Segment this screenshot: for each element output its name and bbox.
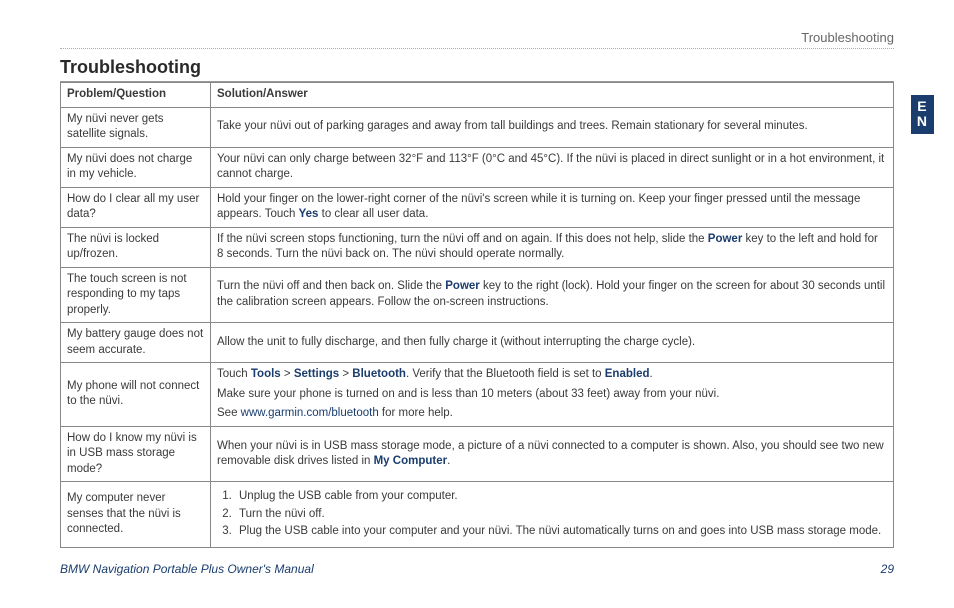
table-row: How do I clear all my user data? Hold yo… [61, 187, 894, 227]
footer-page-number: 29 [881, 562, 894, 576]
problem-cell: The touch screen is not responding to my… [61, 267, 211, 323]
answer-text: . Verify that the Bluetooth field is set… [406, 368, 605, 380]
header-problem: Problem/Question [61, 83, 211, 108]
table-header-row: Problem/Question Solution/Answer [61, 83, 894, 108]
table-row: My nüvi does not charge in my vehicle. Y… [61, 147, 894, 187]
table-row: My battery gauge does not seem accurate.… [61, 323, 894, 363]
running-header: Troubleshooting [60, 30, 894, 49]
problem-cell: The nüvi is locked up/frozen. [61, 227, 211, 267]
table-row: My phone will not connect to the nüvi. T… [61, 363, 894, 427]
bold-term: Power [708, 233, 743, 245]
answer-text: Touch [217, 368, 251, 380]
problem-cell: My nüvi never gets satellite signals. [61, 107, 211, 147]
answer-cell: Allow the unit to fully discharge, and t… [211, 323, 894, 363]
answer-cell: Unplug the USB cable from your computer.… [211, 482, 894, 548]
problem-cell: My battery gauge does not seem accurate. [61, 323, 211, 363]
steps-list: Unplug the USB cable from your computer.… [235, 488, 887, 541]
footer-manual-title: BMW Navigation Portable Plus Owner's Man… [60, 562, 314, 576]
problem-cell: My nüvi does not charge in my vehicle. [61, 147, 211, 187]
bold-term: Enabled [605, 368, 650, 380]
section-title: Troubleshooting [60, 57, 894, 82]
bold-term: Tools [251, 368, 281, 380]
answer-para: See www.garmin.com/bluetooth for more he… [217, 406, 887, 422]
answer-cell: Take your nüvi out of parking garages an… [211, 107, 894, 147]
header-answer: Solution/Answer [211, 83, 894, 108]
answer-cell: Hold your finger on the lower-right corn… [211, 187, 894, 227]
help-link[interactable]: www.garmin.com/bluetooth [241, 407, 379, 419]
answer-cell: Touch Tools > Settings > Bluetooth. Veri… [211, 363, 894, 427]
answer-text: for more help. [379, 407, 453, 419]
step-item: Plug the USB cable into your computer an… [235, 523, 887, 541]
manual-page: Troubleshooting Troubleshooting Problem/… [0, 0, 954, 596]
table-row: The touch screen is not responding to my… [61, 267, 894, 323]
answer-text: When your nüvi is in USB mass storage mo… [217, 440, 884, 468]
step-item: Unplug the USB cable from your computer. [235, 488, 887, 506]
answer-text: . [447, 455, 450, 467]
bold-term: Yes [299, 208, 319, 220]
answer-cell: If the nüvi screen stops functioning, tu… [211, 227, 894, 267]
problem-cell: My computer never senses that the nüvi i… [61, 482, 211, 548]
answer-para: Touch Tools > Settings > Bluetooth. Veri… [217, 367, 887, 383]
problem-cell: How do I know my nüvi is in USB mass sto… [61, 426, 211, 482]
bold-term: My Computer [374, 455, 447, 467]
answer-text: Turn the nüvi off and then back on. Slid… [217, 280, 445, 292]
answer-text: to clear all user data. [318, 208, 428, 220]
table-row: My computer never senses that the nüvi i… [61, 482, 894, 548]
troubleshooting-table: Problem/Question Solution/Answer My nüvi… [60, 82, 894, 548]
answer-text: . [650, 368, 653, 380]
page-footer: BMW Navigation Portable Plus Owner's Man… [60, 562, 894, 576]
problem-cell: How do I clear all my user data? [61, 187, 211, 227]
answer-text: > [339, 368, 352, 380]
problem-cell: My phone will not connect to the nüvi. [61, 363, 211, 427]
answer-text: If the nüvi screen stops functioning, tu… [217, 233, 708, 245]
answer-text: > [281, 368, 294, 380]
step-item: Turn the nüvi off. [235, 506, 887, 524]
answer-cell: When your nüvi is in USB mass storage mo… [211, 426, 894, 482]
answer-para: Make sure your phone is turned on and is… [217, 387, 887, 403]
table-row: My nüvi never gets satellite signals. Ta… [61, 107, 894, 147]
table-row: How do I know my nüvi is in USB mass sto… [61, 426, 894, 482]
answer-cell: Your nüvi can only charge between 32°F a… [211, 147, 894, 187]
table-row: The nüvi is locked up/frozen. If the nüv… [61, 227, 894, 267]
bold-term: Bluetooth [352, 368, 406, 380]
answer-text: See [217, 407, 241, 419]
bold-term: Settings [294, 368, 339, 380]
answer-cell: Turn the nüvi off and then back on. Slid… [211, 267, 894, 323]
bold-term: Power [445, 280, 480, 292]
